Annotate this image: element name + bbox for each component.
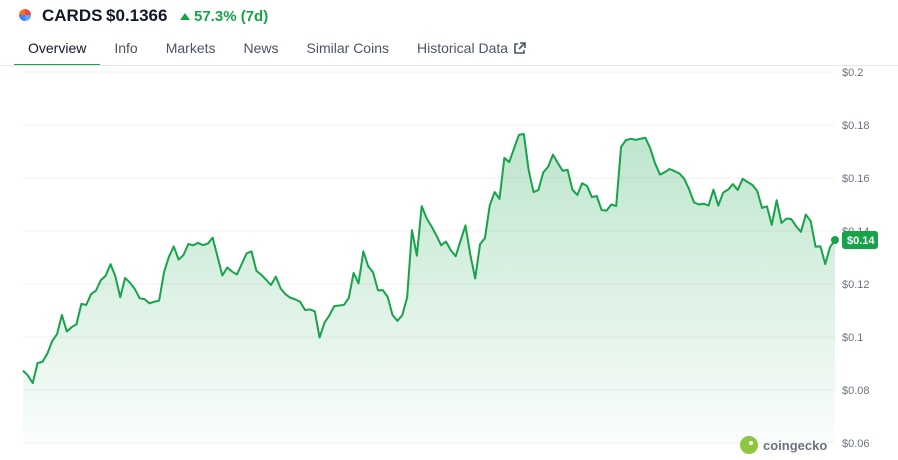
last-price-dot bbox=[831, 236, 839, 245]
coingecko-logo-icon bbox=[740, 436, 758, 454]
y-tick-label: $0.08 bbox=[842, 385, 870, 397]
price-change: 57.3% (7d) bbox=[180, 8, 268, 25]
external-link-icon bbox=[514, 42, 526, 54]
coin-price: $0.1366 bbox=[106, 6, 168, 25]
tab-bar: Overview Info Markets News Similar Coins… bbox=[14, 36, 540, 66]
caret-up-icon bbox=[180, 12, 190, 20]
y-tick-label: $0.06 bbox=[842, 438, 870, 450]
tab-historical-data[interactable]: Historical Data bbox=[403, 36, 540, 66]
price-area bbox=[23, 134, 835, 443]
coin-symbol: CARDS bbox=[42, 6, 103, 25]
price-chart[interactable]: $0.2$0.18$0.16$0.14$0.12$0.1$0.08$0.06 $… bbox=[0, 66, 898, 460]
tab-news[interactable]: News bbox=[230, 36, 293, 66]
coingecko-watermark: coingecko bbox=[740, 436, 827, 454]
price-change-value: 57.3% (7d) bbox=[194, 8, 269, 25]
cards-logo-icon bbox=[19, 9, 31, 21]
tab-info[interactable]: Info bbox=[100, 36, 151, 66]
watermark-text: coingecko bbox=[763, 437, 828, 453]
coin-header: CARDS $0.1366 57.3% (7d) bbox=[0, 0, 898, 34]
tab-similar-coins[interactable]: Similar Coins bbox=[293, 36, 403, 66]
y-tick-label: $0.2 bbox=[842, 67, 863, 79]
last-price-label: $0.14 bbox=[847, 235, 875, 247]
tab-overview[interactable]: Overview bbox=[14, 36, 101, 66]
y-tick-label: $0.18 bbox=[842, 120, 870, 132]
y-tick-label: $0.16 bbox=[842, 173, 870, 185]
y-tick-label: $0.1 bbox=[842, 332, 863, 344]
tab-markets[interactable]: Markets bbox=[152, 36, 230, 66]
y-tick-label: $0.12 bbox=[842, 279, 870, 291]
